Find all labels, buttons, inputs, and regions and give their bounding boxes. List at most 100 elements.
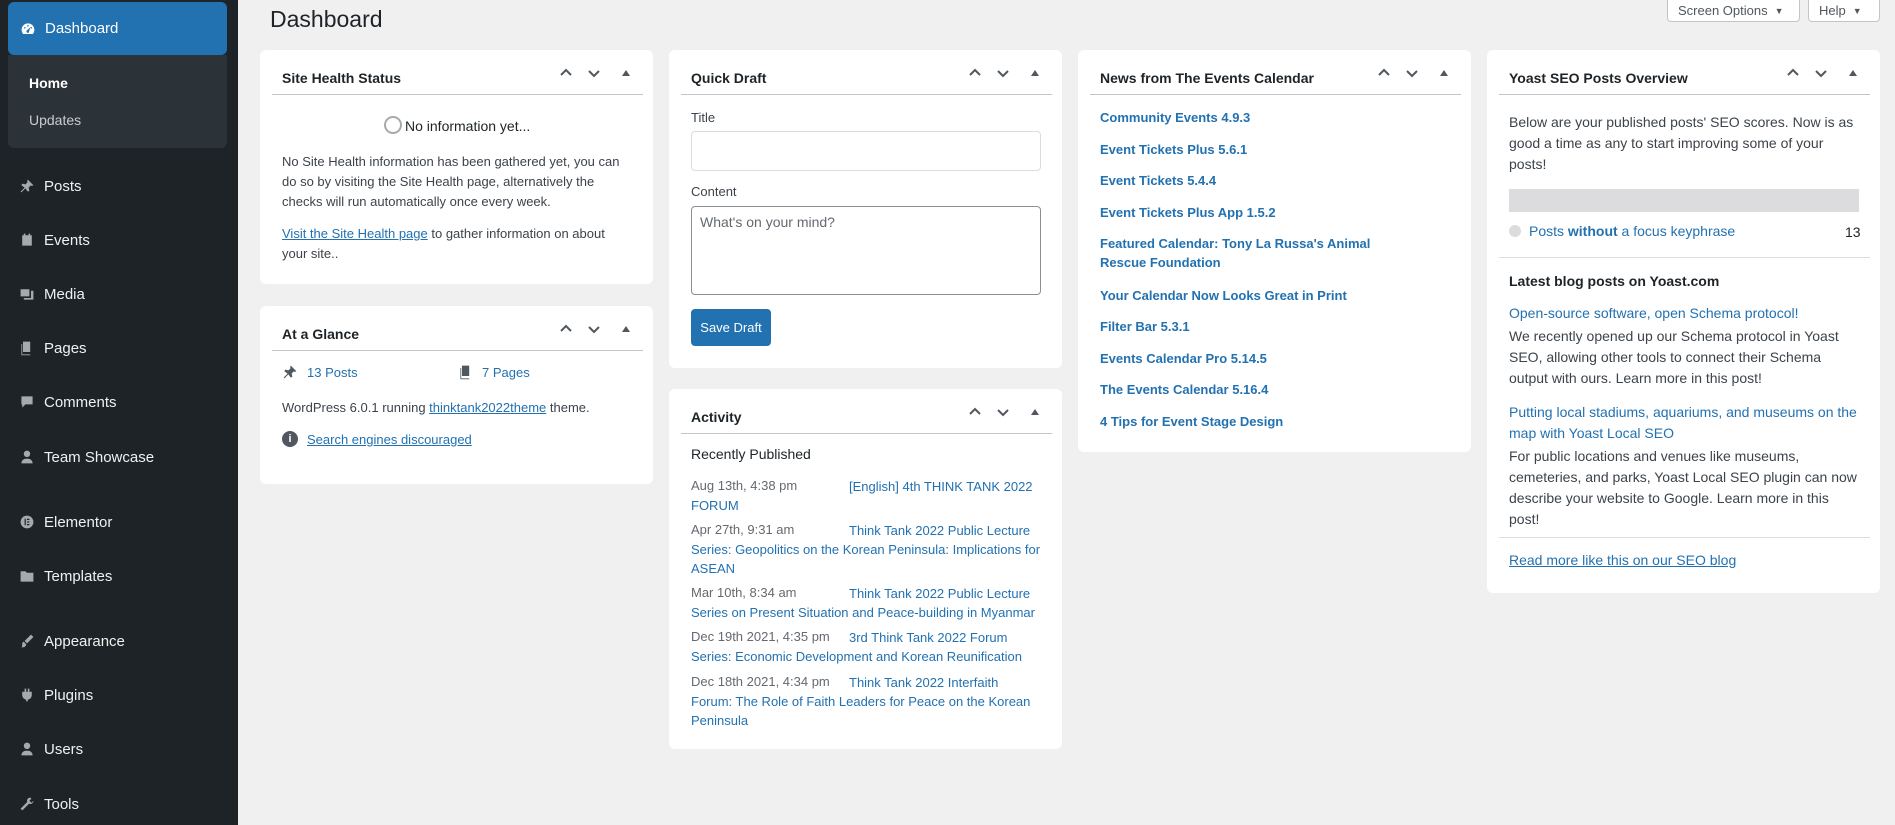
posts-without-keyphrase-link[interactable]: Posts without a focus keyphrase [1529,222,1735,241]
recently-published-heading: Recently Published [691,446,811,462]
sidebar-item-label: Users [44,740,84,758]
news-item-link[interactable]: The Events Calendar 5.16.4 [1100,380,1268,399]
activity-post-link[interactable]: Think Tank 2022 Public Lecture Series: G… [691,521,1041,578]
activity-widget: Activity Recently Published Aug 13th, 4:… [669,389,1062,749]
news-item-link[interactable]: 4 Tips for Event Stage Design [1100,412,1283,431]
pages-icon [18,339,36,357]
user-icon [18,448,36,466]
news-item-link[interactable]: Event Tickets Plus 5.6.1 [1100,140,1247,159]
site-health-link[interactable]: Visit the Site Health page [282,226,428,241]
move-up-icon[interactable] [557,320,575,338]
sidebar-item-pages[interactable]: Pages [0,328,238,368]
collapse-toggle-icon[interactable] [1026,64,1044,82]
draft-title-input[interactable] [691,131,1041,171]
divider [1499,94,1870,95]
sidebar-item-tools[interactable]: Tools [0,784,238,824]
news-item-link[interactable]: Your Calendar Now Looks Great in Print [1100,286,1347,305]
move-down-icon[interactable] [585,64,603,82]
sidebar-item-label: Posts [44,177,82,195]
divider [1090,94,1461,95]
sidebar-item-label: Pages [44,339,87,357]
collapse-toggle-icon[interactable] [617,64,635,82]
sidebar-item-team-showcase[interactable]: Team Showcase [0,437,238,477]
sidebar-item-label: Events [44,231,90,249]
pages-count-link[interactable]: 7 Pages [482,363,530,382]
yoast-blog-post-link[interactable]: Open-source software, open Schema protoc… [1509,303,1859,324]
sidebar-item-media[interactable]: Media [0,274,238,314]
health-link-paragraph: Visit the Site Health page to gather inf… [282,224,632,264]
calendar-icon [18,231,36,249]
sidebar-item-posts[interactable]: Posts [0,166,238,206]
sidebar-item-plugins[interactable]: Plugins [0,675,238,715]
sidebar-item-label: Tools [44,795,80,813]
sidebar-item-comments[interactable]: Comments [0,382,238,422]
caret-down-icon: ▼ [1774,5,1784,16]
move-down-icon[interactable] [1403,64,1421,82]
widget-header: Site Health Status [260,50,653,106]
search-engines-link[interactable]: Search engines discouraged [307,430,472,449]
move-up-icon[interactable] [1375,64,1393,82]
activity-post-link[interactable]: Think Tank 2022 Public Lecture Series on… [691,584,1041,622]
move-down-icon[interactable] [994,403,1012,421]
submenu-item-home[interactable]: Home [29,75,68,91]
collapse-toggle-icon[interactable] [1026,403,1044,421]
news-item-link[interactable]: Community Events 4.9.3 [1100,108,1250,127]
users-icon [18,740,36,758]
news-item-link[interactable]: Featured Calendar: Tony La Russa's Anima… [1100,234,1420,272]
pin-icon [18,177,36,195]
sidebar-item-events[interactable]: Events [0,220,238,260]
news-item-link[interactable]: Events Calendar Pro 5.14.5 [1100,349,1267,368]
activity-post-link[interactable]: 3rd Think Tank 2022 Forum Series: Econom… [691,628,1041,666]
site-health-widget: Site Health Status No information yet...… [260,50,653,284]
row-prefix: Posts [1529,223,1568,239]
move-down-icon[interactable] [585,320,603,338]
theme-link[interactable]: thinktank2022theme [429,400,546,415]
move-up-icon[interactable] [1784,64,1802,82]
draft-content-textarea[interactable] [691,206,1041,295]
widget-title: News from The Events Calendar [1100,70,1314,86]
elementor-icon [18,513,36,531]
events-calendar-news-widget: News from The Events Calendar Community … [1078,50,1471,452]
move-up-icon[interactable] [966,403,984,421]
at-a-glance-widget: At a Glance 13 Posts 7 Pages WordPress 6… [260,306,653,484]
help-button[interactable]: Help ▼ [1808,0,1880,22]
divider [272,94,643,95]
sidebar-item-templates[interactable]: Templates [0,556,238,596]
sidebar-item-dashboard[interactable]: Dashboard [8,2,227,55]
health-description: No Site Health information has been gath… [282,154,620,209]
activity-post-link[interactable]: Think Tank 2022 Interfaith Forum: The Ro… [691,673,1041,730]
brush-icon [18,632,36,650]
sidebar-item-label: Elementor [44,513,113,531]
move-down-icon[interactable] [994,64,1012,82]
seo-score-bar [1509,189,1859,212]
screen-options-button[interactable]: Screen Options ▼ [1667,0,1800,22]
news-item-link[interactable]: Event Tickets 5.4.4 [1100,171,1216,190]
news-item-link[interactable]: Event Tickets Plus App 1.5.2 [1100,203,1276,222]
plugin-icon [18,686,36,704]
sidebar-item-label: Plugins [44,686,94,704]
move-down-icon[interactable] [1812,64,1830,82]
page-title: Dashboard [270,6,383,32]
sidebar-item-appearance[interactable]: Appearance [0,621,238,661]
sidebar-item-elementor[interactable]: Elementor [0,502,238,542]
dashboard-gauge-icon [19,20,37,38]
read-more-seo-blog-link[interactable]: Read more like this on our SEO blog [1509,551,1736,570]
news-item-link[interactable]: Filter Bar 5.3.1 [1100,317,1190,336]
divider [681,433,1052,434]
screen-options-label: Screen Options [1678,3,1768,18]
sidebar-item-users[interactable]: Users [0,729,238,769]
posts-count-link[interactable]: 13 Posts [307,363,358,382]
submenu-item-updates[interactable]: Updates [29,112,81,128]
yoast-blog-post-link[interactable]: Putting local stadiums, aquariums, and m… [1509,402,1859,444]
collapse-toggle-icon[interactable] [617,320,635,338]
widget-title: Yoast SEO Posts Overview [1509,70,1688,86]
move-up-icon[interactable] [557,64,575,82]
sidebar-item-label: Templates [44,567,113,585]
sidebar-item-label: Comments [44,393,117,411]
save-draft-button[interactable]: Save Draft [691,309,771,346]
move-up-icon[interactable] [966,64,984,82]
collapse-toggle-icon[interactable] [1435,64,1453,82]
title-label: Title [691,110,716,125]
activity-post-link[interactable]: [English] 4th THINK TANK 2022 FORUM [691,477,1041,515]
collapse-toggle-icon[interactable] [1844,64,1862,82]
